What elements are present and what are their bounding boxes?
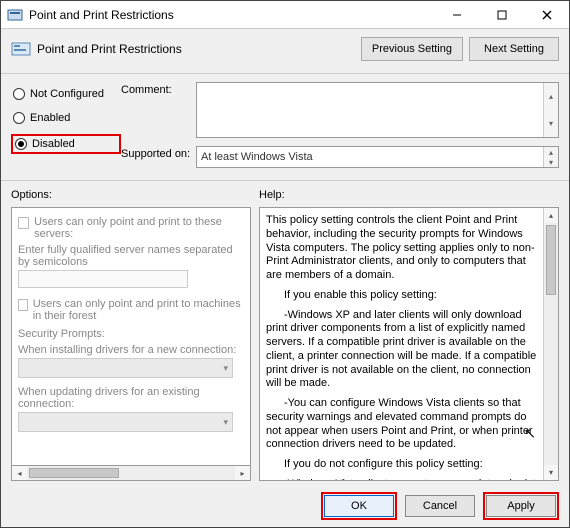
help-text: If you enable this policy setting: (266, 289, 540, 303)
previous-setting-button[interactable]: Previous Setting (361, 37, 463, 61)
radio-not-configured[interactable]: Not Configured (11, 86, 121, 102)
radio-label: Not Configured (30, 88, 104, 100)
options-column: Options: Users can only point and print … (11, 189, 251, 481)
maximize-button[interactable] (479, 1, 524, 29)
chevron-down-icon[interactable]: ▾ (544, 110, 558, 137)
radio-disabled[interactable]: Disabled (11, 134, 121, 154)
chevron-up-icon[interactable]: ▴ (544, 83, 558, 110)
comment-scroll[interactable]: ▴ ▾ (543, 83, 558, 137)
help-column: Help: This policy setting controls the c… (259, 189, 559, 481)
chevron-right-icon[interactable]: ▸ (235, 466, 250, 480)
update-drivers-label: When updating drivers for an existing co… (18, 386, 244, 410)
scroll-thumb[interactable] (546, 225, 556, 295)
check-forest-label: Users can only point and print to machin… (33, 298, 244, 322)
apply-button[interactable]: Apply (486, 495, 556, 517)
check-servers-row[interactable]: Users can only point and print to these … (18, 216, 244, 240)
supported-scroll[interactable]: ▴ ▾ (543, 147, 558, 167)
policy-header-icon (11, 39, 31, 59)
fields-column: Comment: ▴ ▾ Supported on: At least Wind… (121, 82, 559, 180)
cursor-icon: ↖ (524, 425, 536, 443)
options-header: Options: (11, 189, 251, 201)
radio-enabled[interactable]: Enabled (11, 110, 121, 126)
comment-textarea[interactable]: ▴ ▾ (196, 82, 559, 138)
check-forest-row[interactable]: Users can only point and print to machin… (18, 298, 244, 322)
supported-on-field: At least Windows Vista ▴ ▾ (196, 146, 559, 168)
minimize-button[interactable] (434, 1, 479, 29)
apply-highlight: Apply (483, 492, 559, 520)
policy-icon (7, 7, 23, 23)
help-text: -You can configure Windows Vista clients… (266, 397, 540, 452)
titlebar: Point and Print Restrictions (1, 1, 569, 29)
servers-input[interactable] (18, 270, 188, 288)
close-button[interactable] (524, 1, 569, 29)
help-header: Help: (259, 189, 559, 201)
config-area: Not Configured Enabled Disabled Comment:… (1, 74, 569, 181)
chevron-down-icon[interactable]: ▾ (544, 157, 558, 167)
help-vscrollbar[interactable]: ▴ ▾ (543, 208, 558, 480)
window-title: Point and Print Restrictions (29, 8, 434, 22)
ok-highlight: OK (321, 492, 397, 520)
help-text: If you do not configure this policy sett… (266, 458, 540, 472)
servers-hint: Enter fully qualified server names separ… (18, 244, 244, 268)
check-servers-label: Users can only point and print to these … (34, 216, 244, 240)
radio-label: Disabled (32, 138, 75, 150)
radio-icon (13, 112, 25, 124)
scroll-thumb[interactable] (29, 468, 119, 478)
checkbox-icon (18, 217, 29, 229)
minimize-icon (452, 10, 462, 20)
security-prompts-label: Security Prompts: (18, 328, 244, 340)
content-area: Options: Users can only point and print … (1, 181, 569, 485)
options-panel: Users can only point and print to these … (11, 207, 251, 466)
supported-label: Supported on: (121, 146, 196, 168)
close-icon (542, 10, 552, 20)
policy-header: Point and Print Restrictions Previous Se… (1, 29, 569, 74)
supported-value: At least Windows Vista (201, 151, 313, 163)
maximize-icon (497, 10, 507, 20)
radio-label: Enabled (30, 112, 70, 124)
chevron-left-icon[interactable]: ◂ (12, 466, 27, 480)
checkbox-icon (18, 299, 28, 311)
next-setting-button[interactable]: Next Setting (469, 37, 559, 61)
update-drivers-select[interactable] (18, 412, 233, 432)
radio-icon (13, 88, 25, 100)
install-drivers-label: When installing drivers for a new connec… (18, 344, 244, 356)
state-radio-group: Not Configured Enabled Disabled (11, 82, 121, 180)
options-hscrollbar[interactable]: ◂ ▸ (11, 466, 251, 481)
dialog-footer: OK Cancel Apply (1, 485, 569, 527)
chevron-up-icon[interactable]: ▴ (544, 147, 558, 157)
policy-editor-window: Point and Print Restrictions Point and P… (0, 0, 570, 528)
comment-label: Comment: (121, 82, 196, 138)
install-drivers-select[interactable] (18, 358, 233, 378)
cancel-button[interactable]: Cancel (405, 495, 475, 517)
help-text: -Windows Vista client computers can poin… (266, 478, 540, 481)
ok-button[interactable]: OK (324, 495, 394, 517)
help-text: This policy setting controls the client … (266, 214, 540, 283)
chevron-up-icon[interactable]: ▴ (544, 208, 558, 223)
radio-icon (15, 138, 27, 150)
policy-title: Point and Print Restrictions (37, 42, 355, 56)
help-text: -Windows XP and later clients will only … (266, 309, 540, 392)
help-panel: This policy setting controls the client … (259, 207, 559, 481)
chevron-down-icon[interactable]: ▾ (544, 465, 558, 480)
